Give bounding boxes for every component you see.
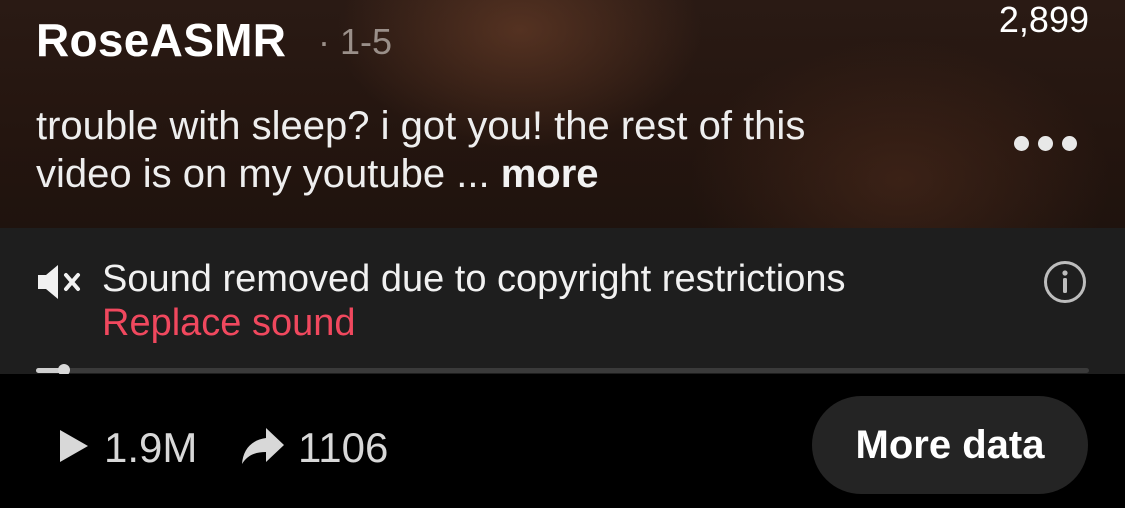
caption-more-link[interactable]: more [501,152,599,196]
play-count: 1.9M [104,424,198,471]
replace-sound-link[interactable]: Replace sound [102,300,356,346]
share-count: 1106 [298,424,389,471]
share-arrow-icon [242,428,284,464]
play-icon [60,430,88,462]
copyright-notice: Sound removed due to copyright restricti… [0,228,1125,376]
dot [1062,136,1077,151]
caption-text: trouble with sleep? i got you! the rest … [36,104,806,196]
progress-bar[interactable] [36,364,1089,376]
speaker-muted-icon [38,265,80,299]
stats-bar: 1.9M 1106 More data [0,374,1125,508]
info-icon[interactable] [1043,260,1087,304]
dot [1014,136,1029,151]
username[interactable]: RoseASMR [36,14,286,66]
post-date: · 1-5 [318,21,393,62]
caption[interactable]: trouble with sleep? i got you! the rest … [36,102,896,198]
top-count: 2,899 [998,0,1089,40]
notice-text: Sound removed due to copyright restricti… [102,258,846,300]
dot [1038,136,1053,151]
video-overlay[interactable]: RoseASMR · 1-5 2,899 trouble with sleep?… [0,0,1125,228]
more-data-button[interactable]: More data [812,396,1088,494]
more-options-icon[interactable] [1014,136,1077,151]
